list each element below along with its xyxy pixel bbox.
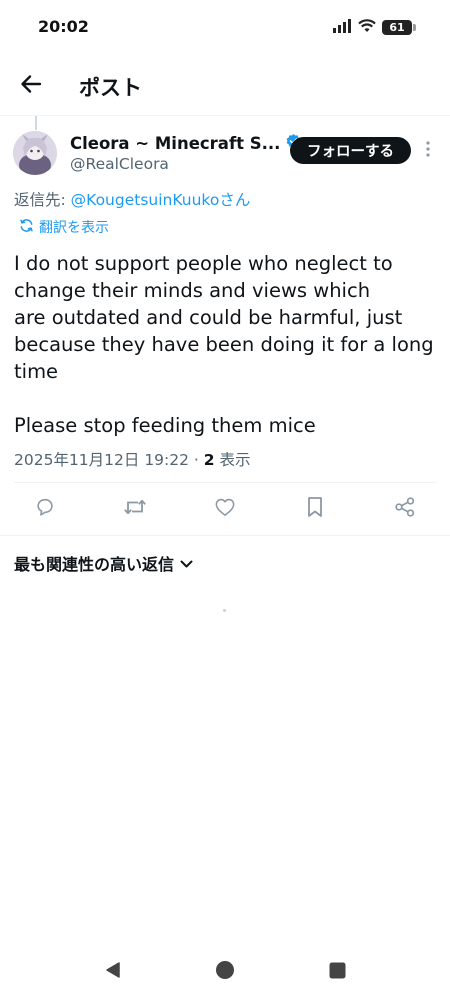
author-display-name[interactable]: Cleora ~ Minecraft S... — [70, 133, 302, 154]
arrow-left-icon — [20, 74, 42, 98]
bookmark-icon — [306, 496, 324, 522]
share-icon — [394, 496, 416, 522]
more-options-button[interactable] — [419, 139, 437, 163]
page-title: ポスト — [79, 76, 142, 100]
meta-separator: · — [189, 451, 204, 469]
tweet-meta: 2025年11月12日 19:22 · 2 表示 — [14, 448, 251, 470]
bookmark-button[interactable] — [301, 495, 329, 523]
nav-home-button[interactable] — [214, 961, 236, 983]
reply-suffix: さん — [219, 191, 251, 209]
translate-label: 翻訳を表示 — [39, 220, 109, 236]
reply-sort-label: 最も関連性の高い返信 — [14, 555, 175, 574]
square-recents-icon — [329, 962, 346, 983]
author-handle[interactable]: @RealCleora — [70, 155, 169, 173]
reply-sort-dropdown[interactable]: 最も関連性の高い返信 — [14, 551, 193, 575]
divider — [14, 482, 436, 483]
nav-back-button[interactable] — [102, 961, 124, 983]
reply-mention-text: @KougetsuinKuuko — [70, 191, 220, 209]
avatar[interactable] — [13, 131, 57, 175]
circle-home-icon — [215, 960, 235, 984]
triangle-back-icon — [104, 961, 122, 983]
battery-icon: 61 — [382, 20, 416, 35]
status-bar: 20:02 61 — [0, 0, 450, 56]
heart-icon — [214, 497, 236, 521]
follow-button[interactable]: フォローする — [290, 137, 411, 164]
share-button[interactable] — [391, 495, 419, 523]
back-button[interactable] — [14, 70, 48, 102]
wifi-icon — [358, 18, 376, 37]
loading-indicator — [223, 609, 226, 612]
translate-link[interactable]: 翻訳を表示 — [19, 217, 109, 237]
status-time: 20:02 — [38, 17, 89, 36]
tweet-timestamp[interactable]: 2025年11月12日 19:22 — [14, 451, 189, 469]
status-icons: 61 — [333, 18, 416, 37]
repost-button[interactable] — [121, 495, 149, 523]
thread-connector-line — [35, 116, 37, 130]
views-count: 2 — [203, 451, 215, 469]
tweet-text: I do not support people who neglect to c… — [14, 252, 434, 437]
like-button[interactable] — [211, 495, 239, 523]
reply-prefix: 返信先: — [14, 191, 66, 209]
system-navigation-bar — [0, 945, 450, 1000]
translate-icon — [19, 218, 34, 237]
cellular-signal-icon — [333, 18, 352, 37]
reply-button[interactable] — [31, 495, 59, 523]
author-name-text: Cleora ~ Minecraft S... — [70, 134, 281, 153]
repost-icon — [123, 496, 147, 522]
top-app-bar: ポスト — [0, 56, 450, 116]
chevron-down-icon — [180, 554, 193, 573]
reply-icon — [34, 496, 56, 522]
views-label: 表示 — [214, 451, 251, 469]
divider — [0, 535, 450, 536]
reply-mention-link[interactable]: @KougetsuinKuukoさん — [71, 191, 251, 209]
more-vertical-icon — [426, 141, 430, 161]
reply-context: 返信先: @KougetsuinKuukoさん — [14, 188, 250, 210]
nav-recents-button[interactable] — [326, 961, 348, 983]
